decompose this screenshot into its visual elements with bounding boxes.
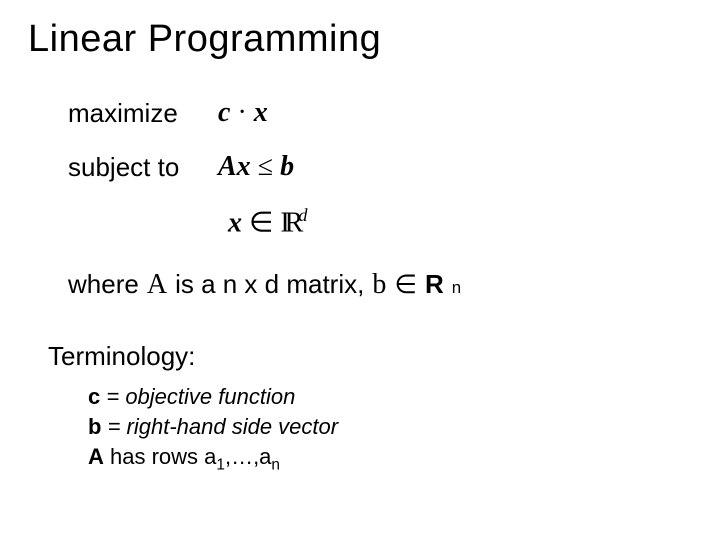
symbol-Ax: Ax [218,151,251,182]
term-A-sym: A [88,444,104,469]
term-b-sym: b [88,414,101,439]
term-c-def: = objective function [100,384,295,409]
symbol-c: c [218,97,230,128]
exponent-n: n [452,278,461,298]
where-row: where A is a n x d matrix, b ∈ Rn [68,269,692,301]
dot-operator: · [230,97,253,128]
terminology-heading: Terminology: [48,341,692,372]
symbol-b: b [280,151,294,182]
symbol-b2: b [372,269,386,301]
real-R: R [425,269,444,300]
subject-to-row: subject to Ax ≤ b [68,151,692,183]
real-symbol: IR [280,207,298,238]
sub-1: 1 [216,456,225,473]
term-line-c: c = objective function [88,382,692,412]
slide-title: Linear Programming [28,18,692,61]
symbol-A: A [147,269,167,301]
maximize-row: maximize c · x [68,97,692,129]
symbol-x2: x [228,207,242,238]
constraint-expression: Ax ≤ b [218,151,294,183]
slide: Linear Programming maximize c · x subjec… [0,0,720,540]
domain-expression: x ∈ IRd [228,205,307,239]
exponent-d: d [298,205,307,225]
term-line-A: A has rows a1,…,an [88,442,692,476]
terminology-body: c = objective function b = right-hand si… [88,382,692,476]
where-text: is a n x d matrix, [175,269,364,300]
term-c-sym: c [88,384,100,409]
term-b-def: = right-hand side vector [101,414,338,439]
in-operator: ∈ [242,207,280,238]
where-label: where [68,269,139,300]
maximize-label: maximize [68,98,218,129]
term-dots: ,…,a [225,444,271,469]
term-line-b: b = right-hand side vector [88,412,692,442]
leq-operator: ≤ [251,151,280,182]
term-A-has: has rows a [104,444,217,469]
in-operator-2: ∈ [394,269,417,300]
domain-row: x ∈ IRd [228,205,692,239]
sub-n: n [271,456,280,473]
maximize-expression: c · x [218,97,268,129]
symbol-x: x [254,97,268,128]
subject-to-label: subject to [68,152,218,183]
